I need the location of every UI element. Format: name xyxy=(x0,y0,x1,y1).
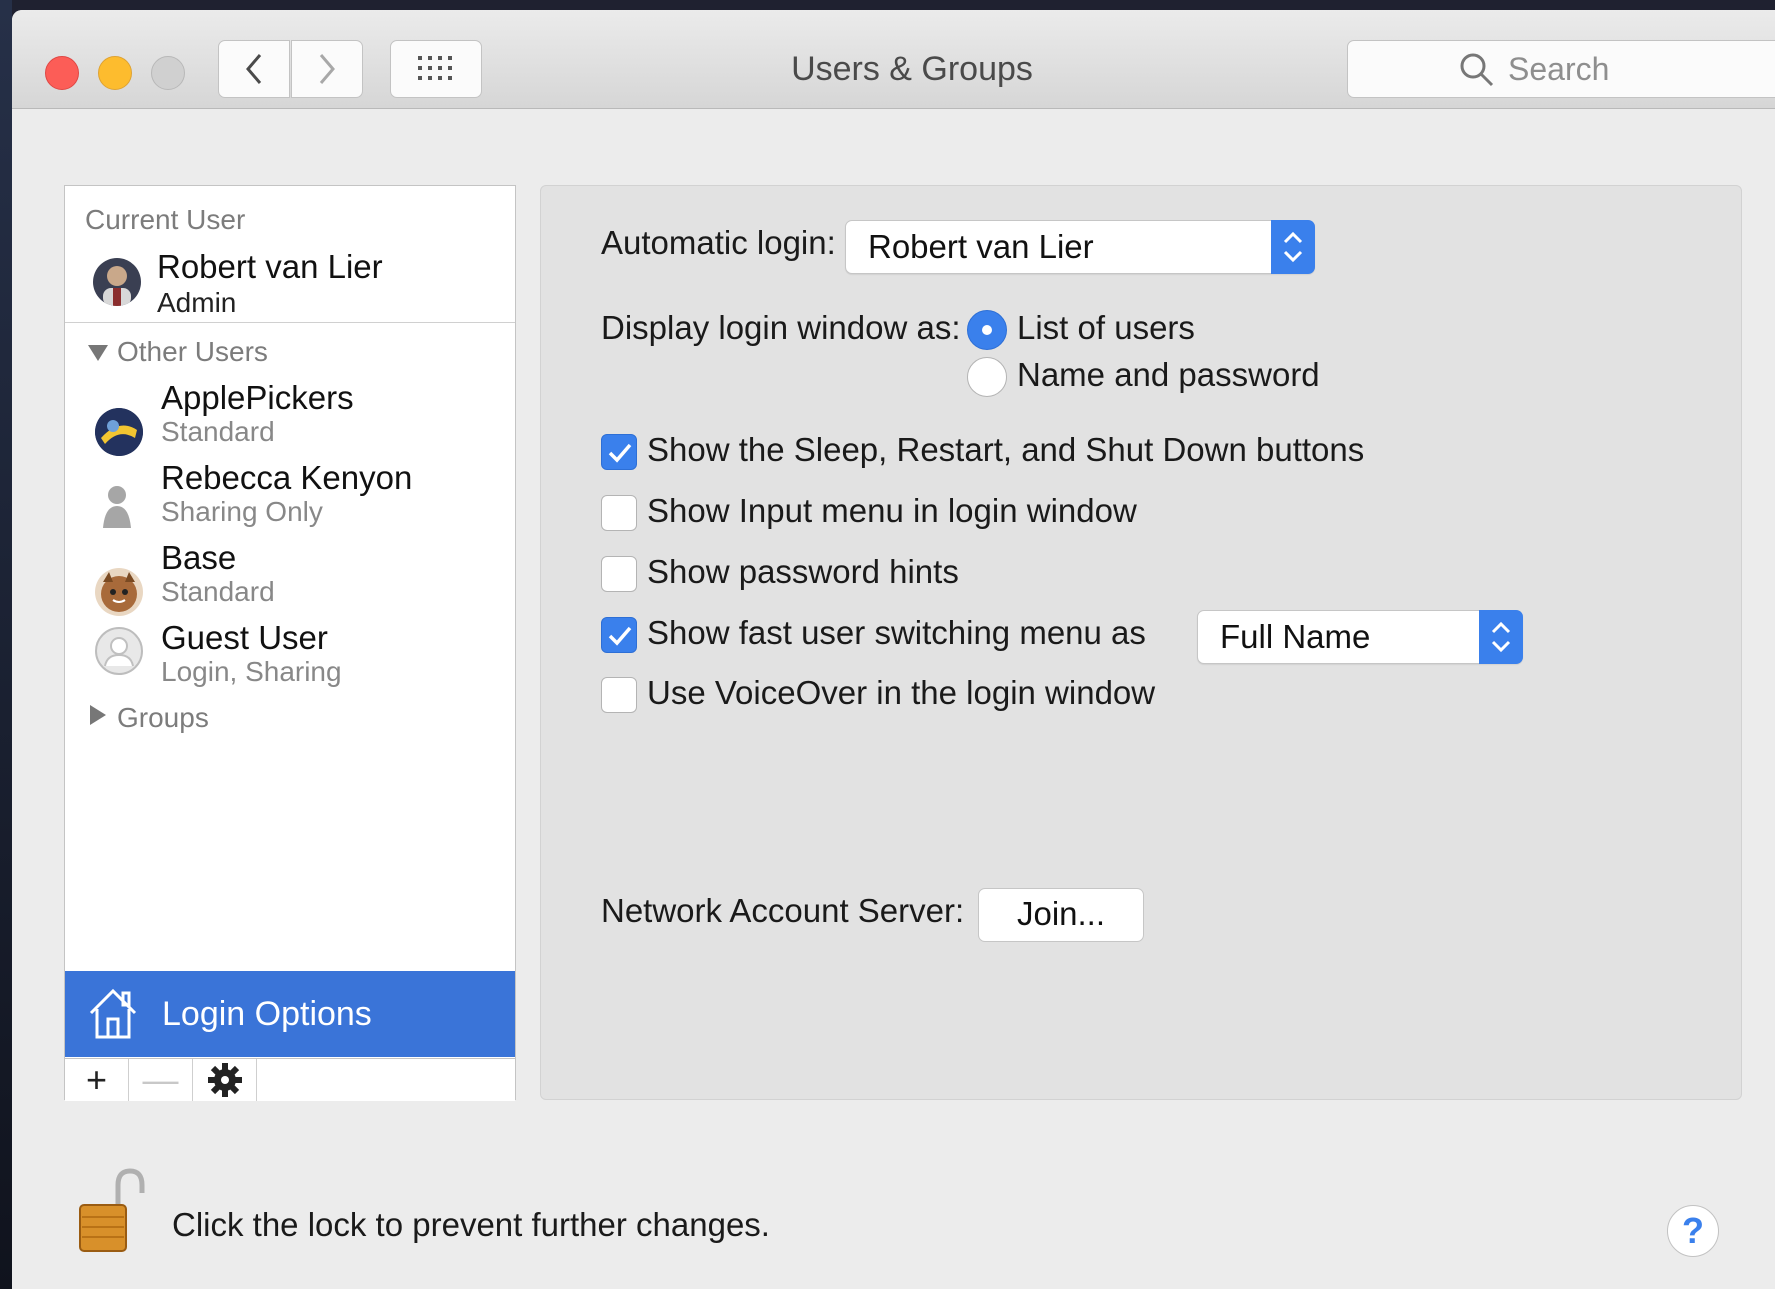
user-role: Login, Sharing xyxy=(161,656,342,687)
join-button[interactable]: Join... xyxy=(978,888,1144,942)
fast-switch-menu-popup[interactable]: Full Name xyxy=(1197,610,1523,664)
triangle-down-icon xyxy=(88,345,108,361)
zoom-window-button[interactable] xyxy=(151,56,185,90)
checkbox-label: Show the Sleep, Restart, and Shut Down b… xyxy=(647,431,1365,468)
guest-user-icon xyxy=(95,627,143,675)
avatar xyxy=(95,408,143,456)
checkmark-icon xyxy=(608,443,632,463)
fast-switch-value: Full Name xyxy=(1220,618,1371,655)
sharing-user-icon xyxy=(103,486,131,528)
checkbox-label: Show Input menu in login window xyxy=(647,492,1137,529)
login-options-item[interactable]: Login Options xyxy=(65,971,515,1057)
user-name: Guest User xyxy=(161,619,328,656)
user-name: ApplePickers xyxy=(161,379,354,416)
checkbox-label: Use VoiceOver in the login window xyxy=(647,674,1156,711)
back-button[interactable] xyxy=(218,40,290,98)
show-all-button[interactable] xyxy=(390,40,482,98)
popup-arrows-icon xyxy=(1271,220,1315,274)
close-window-button[interactable] xyxy=(45,56,79,90)
unlocked-padlock-icon xyxy=(79,1168,145,1252)
window-title: Users & Groups xyxy=(791,50,1033,88)
other-users-header: Other Users xyxy=(117,336,268,367)
help-button[interactable]: ? xyxy=(1667,1205,1719,1257)
user-role: Admin xyxy=(157,287,237,318)
house-icon xyxy=(89,988,137,1039)
desktop-background xyxy=(0,0,12,1289)
chevron-right-icon xyxy=(319,54,335,84)
search-icon xyxy=(1460,53,1494,87)
checkbox[interactable] xyxy=(601,495,637,531)
divider xyxy=(65,322,515,323)
login-options-panel: Automatic login: Robert van Lier Display… xyxy=(540,185,1742,1100)
avatar xyxy=(95,568,143,616)
search-placeholder: Search xyxy=(1508,51,1610,87)
groups-header: Groups xyxy=(117,702,209,733)
login-options-label: Login Options xyxy=(162,995,372,1033)
automatic-login-label: Automatic login: xyxy=(601,224,836,261)
automatic-login-popup[interactable]: Robert van Lier xyxy=(845,220,1315,274)
triangle-right-icon xyxy=(90,705,106,725)
radio-label: Name and password xyxy=(1017,356,1320,393)
display-login-label: Display login window as: xyxy=(601,309,961,346)
avatar xyxy=(93,258,141,306)
checkbox[interactable] xyxy=(601,434,637,470)
checkbox-label: Show fast user switching menu as xyxy=(647,614,1146,651)
checkbox[interactable] xyxy=(601,617,637,653)
radio-button[interactable] xyxy=(967,357,1007,397)
lock-button[interactable] xyxy=(74,1167,150,1260)
checkbox[interactable] xyxy=(601,677,637,713)
gear-icon xyxy=(207,1063,242,1097)
popup-arrows-icon xyxy=(1479,610,1523,664)
remove-user-button[interactable]: — xyxy=(129,1059,193,1101)
user-role: Standard xyxy=(161,576,275,607)
titlebar: Users & Groups Search xyxy=(12,10,1775,109)
user-name: Robert van Lier xyxy=(157,248,383,285)
search-field[interactable]: Search xyxy=(1347,40,1775,98)
chevron-left-icon xyxy=(246,54,262,84)
lock-status-text: Click the lock to prevent further change… xyxy=(172,1206,770,1243)
radio-button[interactable] xyxy=(967,310,1007,350)
user-name: Base xyxy=(161,539,237,576)
user-role: Standard xyxy=(161,416,275,447)
network-account-server-label: Network Account Server: xyxy=(601,892,965,929)
add-user-button[interactable]: + xyxy=(65,1059,129,1101)
user-name: Rebecca Kenyon xyxy=(161,459,413,496)
users-sidebar: Current User Robert van Lier Admin Other… xyxy=(64,185,516,1101)
checkmark-icon xyxy=(608,626,632,646)
users-groups-window: Users & Groups Search Current User Rober… xyxy=(12,10,1775,1289)
current-user-header: Current User xyxy=(85,204,246,235)
user-role: Sharing Only xyxy=(161,496,323,527)
minimize-window-button[interactable] xyxy=(98,56,132,90)
grid-icon xyxy=(418,56,452,80)
automatic-login-value: Robert van Lier xyxy=(868,228,1094,265)
action-menu-button[interactable] xyxy=(193,1059,257,1101)
checkbox[interactable] xyxy=(601,556,637,592)
sidebar-toolbar: + — xyxy=(65,1058,515,1101)
forward-button[interactable] xyxy=(291,40,363,98)
radio-label: List of users xyxy=(1017,309,1195,346)
checkbox-label: Show password hints xyxy=(647,553,959,590)
